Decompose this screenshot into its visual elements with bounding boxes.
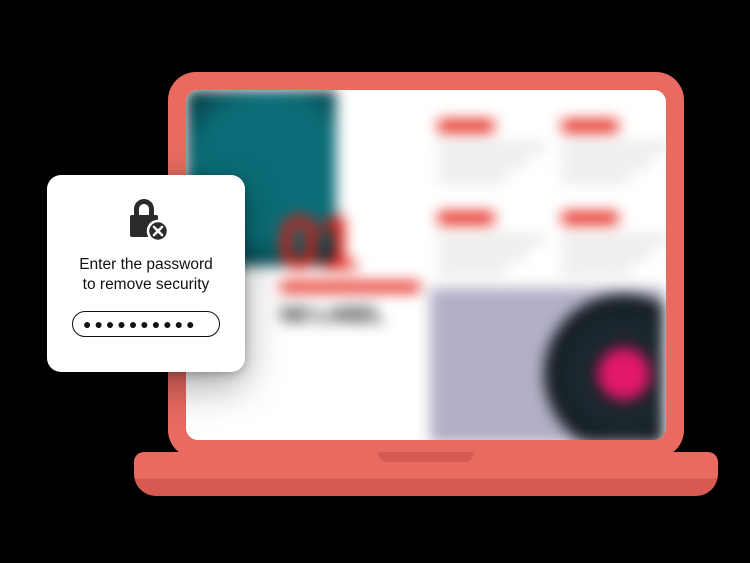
password-dialog: Enter the password to remove security ●●… xyxy=(47,175,245,372)
password-mask: ●●●●●●●●●● xyxy=(83,317,198,331)
laptop-base xyxy=(134,452,718,496)
laptop-frame: 01 ND LABEL xyxy=(168,72,684,458)
document-info-block xyxy=(438,212,544,281)
vinyl-record-image xyxy=(544,294,664,440)
document-info-block xyxy=(562,212,666,281)
blurred-document: 01 ND LABEL xyxy=(186,90,666,440)
document-headline-number: 01 xyxy=(278,200,355,287)
document-accent-bar xyxy=(280,282,420,292)
document-image-tile xyxy=(430,288,664,440)
document-info-block xyxy=(562,120,666,189)
password-input[interactable]: ●●●●●●●●●● xyxy=(72,311,220,337)
lock-icon xyxy=(122,199,170,243)
laptop-screen: 01 ND LABEL xyxy=(186,90,666,440)
dialog-message-line2: to remove security xyxy=(83,276,210,293)
close-x-icon xyxy=(148,221,168,241)
document-info-block xyxy=(438,120,544,189)
document-subtitle: ND LABEL xyxy=(280,302,383,328)
dialog-message: Enter the password to remove security xyxy=(62,255,230,295)
dialog-message-line1: Enter the password xyxy=(79,256,213,273)
